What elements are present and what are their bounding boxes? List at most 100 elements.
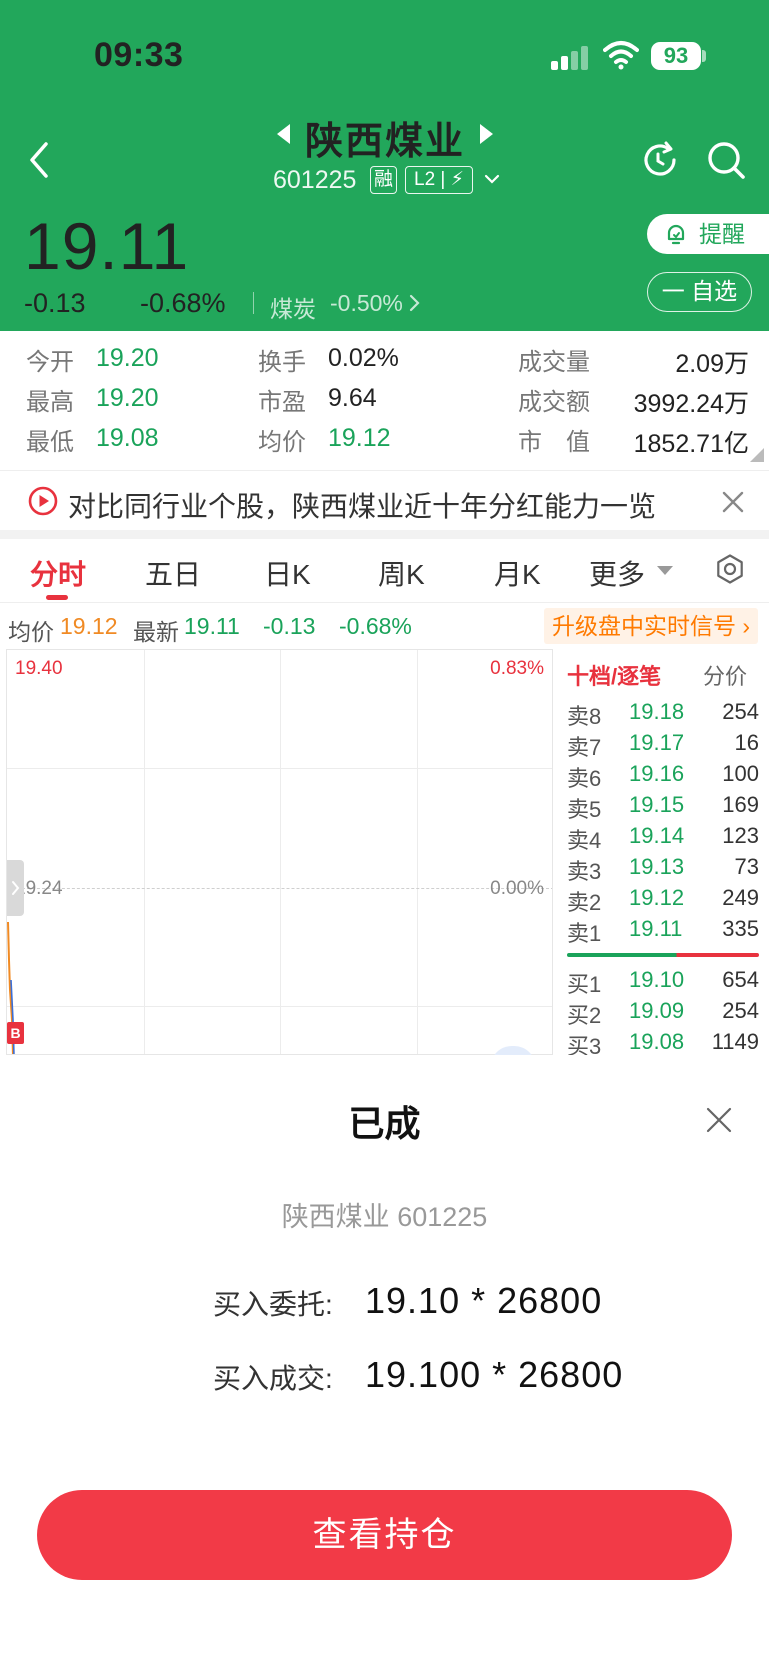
ask-volume: 169 — [722, 792, 759, 817]
ask-label: 卖3 — [567, 859, 602, 884]
tab-daily-k[interactable]: 日K — [264, 553, 311, 593]
avg-value: 19.12 — [60, 613, 118, 639]
current-price: 19.11 — [24, 209, 190, 283]
stat-label: 市 值 — [518, 429, 590, 456]
close-icon[interactable] — [705, 1106, 733, 1134]
stat-value: 19.08 — [96, 424, 159, 452]
bid-volume: 1149 — [711, 1029, 759, 1054]
bid-volume: 654 — [722, 967, 759, 992]
ask-row: 卖5 19.15 169 — [553, 792, 769, 822]
play-icon — [28, 486, 58, 516]
ask-price: 19.15 — [629, 792, 685, 817]
chevron-down-icon[interactable] — [483, 170, 501, 188]
add-watchlist-button[interactable]: 一 自选 — [647, 272, 752, 312]
stock-name: 陕西煤业 — [305, 121, 466, 163]
stat-label: 最低 — [26, 429, 74, 456]
stat-label: 市盈 — [258, 389, 306, 416]
tab-more[interactable]: 更多 — [589, 553, 645, 593]
stat-value: 1852.71亿 — [633, 430, 749, 458]
stat-value: 19.20 — [96, 384, 159, 412]
ask-volume: 254 — [722, 699, 759, 724]
sheet-title: 已成 — [348, 1103, 421, 1144]
order-book-tab[interactable]: 十档/逐笔 — [567, 659, 661, 691]
stat-value: 9.64 — [328, 384, 377, 412]
ask-row: 卖7 19.17 16 — [553, 730, 769, 760]
stat-value: 2.09万 — [675, 350, 749, 378]
ask-price: 19.13 — [629, 854, 685, 879]
stat-label: 成交额 — [518, 389, 590, 416]
ask-volume: 73 — [734, 854, 759, 879]
tab-monthly-k[interactable]: 月K — [494, 553, 541, 593]
ask-volume: 335 — [722, 916, 759, 941]
ask-label: 卖6 — [567, 766, 602, 791]
tab-five-day[interactable]: 五日 — [145, 553, 201, 593]
ask-label: 卖8 — [567, 704, 602, 729]
view-holdings-button[interactable]: 查看持仓 — [37, 1490, 732, 1580]
price-change-pct: -0.68% — [140, 288, 226, 318]
industry-change-pct[interactable]: -0.50% — [330, 290, 403, 317]
bid-price: 19.10 — [629, 967, 685, 992]
stat-value: 19.12 — [328, 424, 391, 452]
bid-ask-ratio-bar — [567, 953, 759, 957]
price-distribution-tab[interactable]: 分价 — [703, 659, 747, 691]
stat-label: 最高 — [26, 389, 74, 416]
chart-top-pct: 0.83% — [490, 658, 544, 679]
tab-intraday[interactable]: 分时 — [30, 553, 86, 593]
ask-price: 19.18 — [629, 699, 685, 724]
bid-price: 19.08 — [629, 1029, 685, 1054]
latest-change-pct: -0.68% — [339, 613, 412, 639]
search-icon[interactable] — [704, 138, 748, 182]
bid-label: 买1 — [567, 972, 602, 997]
next-stock-icon[interactable] — [480, 124, 493, 144]
ask-label: 卖5 — [567, 797, 602, 822]
latest-label: 最新 — [133, 619, 179, 645]
intraday-chart[interactable]: 19.40 0.83% 19.24 0.00% — [6, 649, 553, 1055]
prev-stock-icon[interactable] — [277, 124, 290, 144]
fill-label: 买入成交: — [213, 1363, 333, 1394]
stat-label: 成交量 — [518, 349, 590, 376]
ask-price: 19.16 — [629, 761, 685, 786]
l2-tag: L2 | ⚡ — [405, 166, 473, 194]
chevron-right-icon: › — [742, 613, 751, 639]
ask-price: 19.11 — [629, 916, 683, 941]
tab-weekly-k[interactable]: 周K — [378, 553, 425, 593]
order-label: 买入委托: — [213, 1289, 333, 1320]
promo-banner[interactable]: 对比同行业个股，陕西煤业近十年分红能力一览 — [0, 470, 769, 532]
grid-line — [144, 650, 145, 1054]
ask-price: 19.12 — [629, 885, 685, 910]
ask-row: 卖6 19.16 100 — [553, 761, 769, 791]
bid-row: 买2 19.09 254 — [553, 998, 769, 1028]
stat-value: 19.20 — [96, 344, 159, 372]
chart-top-price: 19.40 — [15, 658, 63, 679]
buy-marker: B — [7, 1022, 24, 1044]
divider — [253, 292, 254, 314]
bell-icon — [667, 224, 685, 245]
ask-label: 卖4 — [567, 828, 602, 853]
battery-indicator: 93 — [651, 42, 701, 70]
caret-down-icon[interactable] — [657, 566, 673, 575]
back-icon[interactable] — [22, 138, 56, 182]
ask-volume: 249 — [722, 885, 759, 910]
stock-code: 601225 — [273, 166, 357, 194]
latest-value: 19.11 — [184, 613, 240, 639]
chart-expand-handle[interactable] — [7, 860, 24, 916]
battery-tip — [702, 50, 706, 62]
industry-name[interactable]: 煤炭 — [270, 290, 316, 324]
chevron-right-icon[interactable] — [408, 293, 422, 313]
chart-mid-pct: 0.00% — [490, 878, 544, 899]
ask-row: 卖8 19.18 254 — [553, 699, 769, 729]
stats-panel: 今开 19.20 换手 0.02% 成交量 2.09万 最高 19.20 市盈 … — [0, 331, 769, 468]
close-icon[interactable] — [720, 489, 746, 515]
bid-price: 19.09 — [629, 998, 685, 1023]
upgrade-signal-link[interactable]: 升级盘中实时信号 › — [544, 608, 759, 644]
sheet-stock-info: 陕西煤业 601225 — [281, 1202, 488, 1232]
settings-icon[interactable] — [714, 553, 746, 585]
bid-row: 买1 19.10 654 — [553, 967, 769, 997]
ask-volume: 123 — [722, 823, 759, 848]
cellular-signal-icon — [551, 44, 591, 70]
refresh-icon[interactable] — [638, 138, 682, 182]
ask-row: 卖1 19.11 335 — [553, 916, 769, 946]
ask-volume: 16 — [734, 730, 759, 755]
order-value: 19.10 * 26800 — [365, 1280, 603, 1321]
expand-stats-icon[interactable] — [750, 448, 764, 462]
